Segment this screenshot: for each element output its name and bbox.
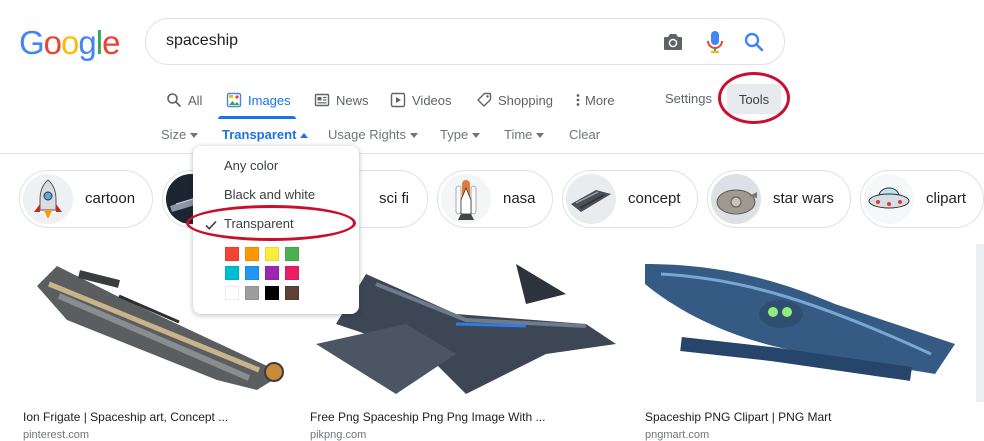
result-image[interactable]: [641, 244, 958, 402]
logo-letter: G: [19, 24, 45, 61]
color-filter-menu: Any color Black and white Transparent: [193, 146, 359, 314]
tab-more[interactable]: More: [574, 90, 615, 110]
tab-label: Videos: [412, 92, 452, 108]
swatch-purple[interactable]: [265, 266, 279, 280]
chevron-down-icon: [410, 132, 419, 138]
tab-label: More: [585, 92, 615, 108]
search-icon[interactable]: [742, 30, 766, 54]
chip-label: concept: [628, 190, 681, 207]
chip-label: nasa: [503, 190, 536, 207]
tab-news[interactable]: News: [314, 90, 369, 110]
search-icon: [167, 93, 181, 107]
search-box[interactable]: spaceship: [145, 18, 785, 65]
more-vertical-icon: [576, 94, 580, 106]
filter-size[interactable]: Size: [161, 127, 199, 142]
swatch-white[interactable]: [225, 286, 239, 300]
result-domain: pngmart.com: [645, 429, 710, 441]
swatch-pink[interactable]: [285, 266, 299, 280]
filter-label: Type: [440, 127, 469, 142]
filter-clear[interactable]: Clear: [569, 127, 600, 142]
chip-label: star wars: [773, 190, 834, 207]
swatch-black[interactable]: [265, 286, 279, 300]
filter-usage-rights[interactable]: Usage Rights: [328, 127, 419, 142]
menu-item-black-and-white[interactable]: Black and white: [224, 187, 315, 202]
chevron-down-icon: [472, 132, 481, 138]
newspaper-icon: [314, 93, 330, 107]
tab-label: All: [188, 92, 203, 108]
concept-ship-icon: [566, 174, 616, 224]
chip-label: clipart: [926, 190, 967, 207]
chevron-down-icon: [190, 132, 199, 138]
chevron-up-icon: [300, 132, 309, 138]
swatch-blue[interactable]: [245, 266, 259, 280]
tools-label: Tools: [738, 91, 770, 107]
swatch-green[interactable]: [285, 247, 299, 261]
swatch-yellow[interactable]: [265, 247, 279, 261]
play-icon: [390, 92, 406, 108]
checkmark-icon: [205, 220, 217, 230]
chevron-down-icon: [536, 132, 545, 138]
tab-label: Shopping: [498, 92, 553, 108]
chip-cartoon[interactable]: cartoon: [19, 170, 153, 228]
rocket-cartoon-icon: [23, 174, 73, 224]
tag-icon: [477, 92, 492, 107]
swatch-teal[interactable]: [225, 266, 239, 280]
result-domain: pinterest.com: [23, 429, 90, 441]
chip-label: cartoon: [85, 190, 136, 207]
google-logo[interactable]: Google: [19, 24, 120, 62]
filter-label: Usage Rights: [328, 127, 407, 142]
filter-type[interactable]: Type: [440, 127, 481, 142]
millennium-falcon-icon: [711, 174, 761, 224]
result-title[interactable]: Free Png Spaceship Png Png Image With ..…: [310, 410, 545, 424]
filter-color[interactable]: Transparent: [222, 127, 309, 142]
logo-letter: e: [102, 24, 120, 61]
chip-star-wars[interactable]: star wars: [707, 170, 851, 228]
chip-label: sci fi: [379, 190, 409, 207]
result-title[interactable]: Spaceship PNG Clipart | PNG Mart: [645, 410, 832, 424]
chip-nasa[interactable]: nasa: [437, 170, 553, 228]
result-domain: pikpng.com: [310, 429, 367, 441]
tools-button[interactable]: Tools: [727, 84, 781, 114]
tab-images[interactable]: Images: [226, 90, 291, 110]
filter-label: Time: [504, 127, 533, 142]
filter-label: Transparent: [222, 127, 297, 142]
header-divider: [0, 153, 984, 154]
chip-concept[interactable]: concept: [562, 170, 698, 228]
microphone-icon[interactable]: [703, 29, 727, 55]
tab-label: Images: [248, 92, 291, 108]
swatch-brown[interactable]: [285, 286, 299, 300]
filter-label: Size: [161, 127, 187, 142]
swatch-gray[interactable]: [245, 286, 259, 300]
camera-icon[interactable]: [661, 30, 685, 54]
tab-shopping[interactable]: Shopping: [476, 90, 553, 110]
filter-time[interactable]: Time: [504, 127, 545, 142]
chip-clipart[interactable]: clipart: [860, 170, 984, 228]
image-icon: [226, 92, 242, 108]
active-tab-indicator: [218, 116, 296, 119]
space-shuttle-icon: [441, 174, 491, 224]
menu-item-any-color[interactable]: Any color: [224, 158, 278, 173]
logo-letter: g: [78, 24, 96, 61]
logo-letter: o: [61, 24, 79, 61]
logo-letter: o: [43, 24, 62, 61]
result-title[interactable]: Ion Frigate | Spaceship art, Concept ...: [23, 410, 228, 424]
swatch-orange[interactable]: [245, 247, 259, 261]
result-image[interactable]: [976, 244, 984, 402]
tab-videos[interactable]: Videos: [390, 90, 452, 110]
tab-all[interactable]: All: [166, 90, 202, 110]
settings-link[interactable]: Settings: [665, 91, 712, 106]
search-input[interactable]: spaceship: [166, 32, 238, 50]
filter-label: Clear: [569, 127, 601, 142]
menu-item-transparent[interactable]: Transparent: [224, 216, 294, 231]
ufo-clipart-icon: [864, 174, 914, 224]
tab-label: News: [336, 92, 369, 108]
swatch-red[interactable]: [225, 247, 239, 261]
